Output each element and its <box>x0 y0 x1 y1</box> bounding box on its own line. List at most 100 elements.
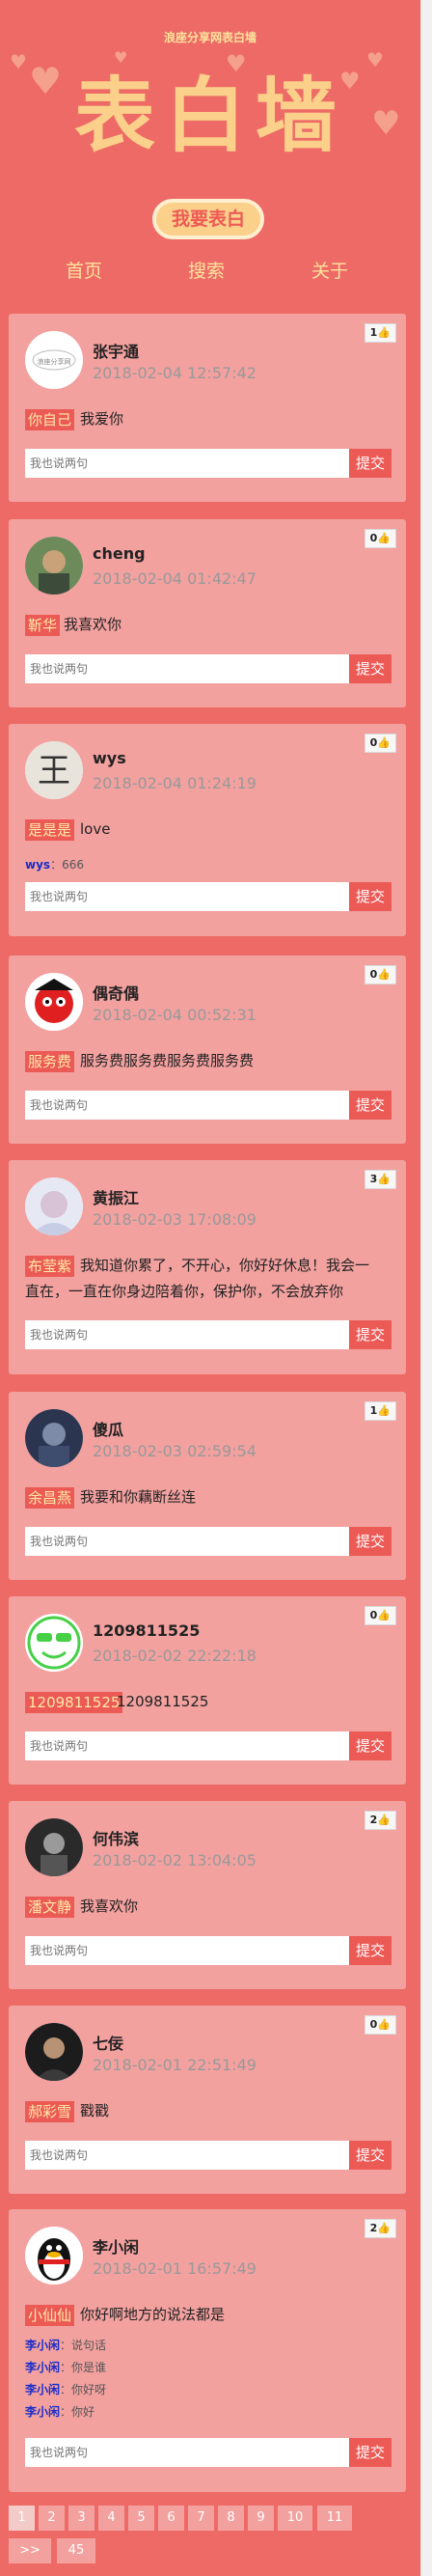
thumbs-up-icon: 👍 <box>377 1814 391 1826</box>
like-button[interactable]: 1👍 <box>364 323 396 343</box>
comment-input[interactable] <box>25 1527 349 1556</box>
comment-item: 李小闲：你好呀 <box>25 2382 106 2397</box>
post-card: 何伟滨 2018-02-02 13:04:05 2👍 潘文静 我喜欢你 提交 <box>9 1801 406 1989</box>
page-button[interactable]: 10 <box>278 2506 312 2531</box>
like-button[interactable]: 3👍 <box>364 1170 396 1189</box>
comment-input[interactable] <box>25 882 349 911</box>
post-message: 我爱你 <box>80 410 124 428</box>
post-username: 七佞 <box>93 2035 124 2053</box>
page-scrollbar[interactable] <box>420 0 432 2576</box>
comment-input[interactable] <box>25 2438 349 2467</box>
header: 浪座分享网表白墙 ♥ ♥ ♥ ♥ ♥ ♥ ♥ 表白墙 我要表白 首页 搜索 关于 <box>0 0 420 299</box>
post-card: 傻瓜 2018-02-03 02:59:54 1👍 余昌燕 我要和你藕断丝连 提… <box>9 1392 406 1580</box>
comment-submit-button[interactable]: 提交 <box>349 2141 392 2170</box>
comment-submit-button[interactable]: 提交 <box>349 882 392 911</box>
comment-input[interactable] <box>25 1936 349 1965</box>
page-button[interactable]: 6 <box>158 2506 184 2531</box>
recipient-tag: 你自己 <box>25 409 75 430</box>
comment-input[interactable] <box>25 2141 349 2170</box>
post-time: 2018-02-04 00:52:31 <box>93 1006 256 1024</box>
post-username: 1209811525 <box>93 1621 201 1640</box>
comment-submit-button[interactable]: 提交 <box>349 654 392 683</box>
comment-text: ：666 <box>50 858 84 872</box>
comment-submit-button[interactable]: 提交 <box>349 449 392 478</box>
post-card: 七佞 2018-02-01 22:51:49 0👍 郝彩雪 戳戳 提交 <box>9 2006 406 2194</box>
like-button[interactable]: 0👍 <box>364 1606 396 1625</box>
confess-button[interactable]: 我要表白 <box>152 199 264 239</box>
comment-user[interactable]: wys <box>25 858 50 872</box>
post-username: 张宇通 <box>93 343 140 361</box>
post-message-line: 我知道你累了，不开心，你好好休息！我会一 <box>80 1257 370 1274</box>
post-card: 浪座分享网 张宇通 2018-02-04 12:57:42 1👍 你自己 我爱你… <box>9 314 406 502</box>
nav-home[interactable]: 首页 <box>66 257 102 283</box>
page-button[interactable]: 11 <box>317 2506 352 2531</box>
nav-about[interactable]: 关于 <box>311 257 348 283</box>
post-time: 2018-02-03 02:59:54 <box>93 1442 256 1460</box>
avatar <box>25 1177 83 1235</box>
post-username: 偶奇偶 <box>93 984 140 1003</box>
svg-text:浪座分享网: 浪座分享网 <box>38 357 71 366</box>
post-username: 傻瓜 <box>93 1421 124 1439</box>
post-time: 2018-02-02 22:22:18 <box>93 1647 256 1665</box>
thumbs-up-icon: 👍 <box>377 326 391 339</box>
page: 浪座分享网表白墙 ♥ ♥ ♥ ♥ ♥ ♥ ♥ 表白墙 我要表白 首页 搜索 关于… <box>0 0 420 2563</box>
recipient-tag: 是是是 <box>25 819 75 841</box>
comment-input[interactable] <box>25 1091 349 1120</box>
comment-user[interactable]: 李小闲 <box>25 2405 60 2419</box>
comment-submit-button[interactable]: 提交 <box>349 1731 392 1760</box>
page-button[interactable]: 5 <box>128 2506 154 2531</box>
site-name: 浪座分享网表白墙 <box>163 31 256 44</box>
avatar <box>25 537 83 595</box>
recipient-tag: 余昌燕 <box>25 1487 75 1509</box>
comment-input[interactable] <box>25 1320 349 1349</box>
last-page-button[interactable]: 45 <box>57 2538 95 2563</box>
comment-submit-button[interactable]: 提交 <box>349 1936 392 1965</box>
post-message: 我喜欢你 <box>64 616 122 633</box>
comment-submit-button[interactable]: 提交 <box>349 1320 392 1349</box>
post-time: 2018-02-02 13:04:05 <box>93 1851 256 1870</box>
next-page-button[interactable]: >> <box>9 2538 51 2563</box>
like-button[interactable]: 0👍 <box>364 2015 396 2035</box>
like-button[interactable]: 2👍 <box>364 1811 396 1830</box>
thumbs-up-icon: 👍 <box>377 1404 391 1417</box>
page-button[interactable]: 9 <box>248 2506 274 2531</box>
main-nav: 首页 搜索 关于 <box>0 257 420 286</box>
comment-input[interactable] <box>25 654 349 683</box>
avatar <box>25 2023 83 2081</box>
thumbs-up-icon: 👍 <box>377 1173 391 1185</box>
post-card: 偶奇偶 2018-02-04 00:52:31 0👍 服务费 服务费服务费服务费… <box>9 956 406 1144</box>
page-button[interactable]: 1 <box>9 2506 35 2531</box>
svg-text:王: 王 <box>38 752 70 790</box>
post-username: wys <box>93 749 126 767</box>
comment-user[interactable]: 李小闲 <box>25 2339 60 2352</box>
comment-user[interactable]: 李小闲 <box>25 2361 60 2374</box>
comment-submit-button[interactable]: 提交 <box>349 2438 392 2467</box>
post-message: 服务费服务费服务费服务费 <box>80 1052 255 1069</box>
post-time: 2018-02-01 16:57:49 <box>93 2259 256 2278</box>
like-button[interactable]: 1👍 <box>364 1401 396 1421</box>
like-button[interactable]: 0👍 <box>364 965 396 984</box>
like-button[interactable]: 2👍 <box>364 2219 396 2238</box>
page-button[interactable]: 7 <box>188 2506 214 2531</box>
avatar: 王 <box>25 741 83 799</box>
page-button[interactable]: 3 <box>68 2506 94 2531</box>
thumbs-up-icon: 👍 <box>377 2018 391 2031</box>
avatar <box>25 1818 83 1876</box>
post-username: 何伟滨 <box>93 1830 140 1848</box>
page-button[interactable]: 4 <box>98 2506 124 2531</box>
thumbs-up-icon: 👍 <box>377 532 391 544</box>
nav-search[interactable]: 搜索 <box>188 257 225 283</box>
comment-input[interactable] <box>25 449 349 478</box>
comment-submit-button[interactable]: 提交 <box>349 1091 392 1120</box>
comment-input[interactable] <box>25 1731 349 1760</box>
comment-submit-button[interactable]: 提交 <box>349 1527 392 1556</box>
post-time: 2018-02-01 22:51:49 <box>93 2056 256 2074</box>
thumbs-up-icon: 👍 <box>377 736 391 749</box>
like-button[interactable]: 0👍 <box>364 734 396 753</box>
page-button[interactable]: 8 <box>218 2506 244 2531</box>
comment-text: ：你是谁 <box>60 2361 107 2374</box>
page-button[interactable]: 2 <box>39 2506 65 2531</box>
like-button[interactable]: 0👍 <box>364 529 396 548</box>
wall-title: 表白墙 <box>73 69 346 163</box>
comment-user[interactable]: 李小闲 <box>25 2383 60 2396</box>
